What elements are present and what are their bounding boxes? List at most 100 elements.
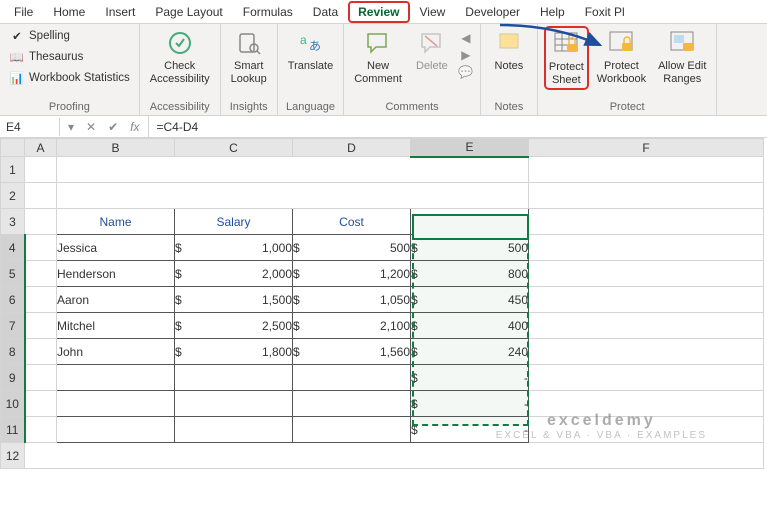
cell-savings[interactable]: $240 bbox=[411, 339, 529, 365]
cell-salary[interactable]: $2,500 bbox=[175, 313, 293, 339]
row-header[interactable]: 3 bbox=[1, 209, 25, 235]
row-header[interactable]: 5 bbox=[1, 261, 25, 287]
cell-savings[interactable]: $800 bbox=[411, 261, 529, 287]
notes-button[interactable]: Notes bbox=[487, 26, 531, 75]
row-header[interactable]: 10 bbox=[1, 391, 25, 417]
tab-foxit[interactable]: Foxit Pl bbox=[575, 2, 635, 22]
tab-file[interactable]: File bbox=[4, 2, 43, 22]
row-header[interactable]: 11 bbox=[1, 417, 25, 443]
tab-insert[interactable]: Insert bbox=[95, 2, 145, 22]
protect-workbook-icon bbox=[606, 28, 636, 58]
group-label: Notes bbox=[487, 100, 531, 115]
delete-comment-button[interactable]: Delete bbox=[410, 26, 454, 75]
col-header[interactable]: E bbox=[411, 139, 529, 157]
check-accessibility-button[interactable]: Check Accessibility bbox=[146, 26, 214, 88]
workbook-stats-button[interactable]: 📊Workbook Statistics bbox=[6, 68, 133, 88]
row-header[interactable]: 9 bbox=[1, 365, 25, 391]
cell-salary[interactable] bbox=[175, 391, 293, 417]
tab-help[interactable]: Help bbox=[530, 2, 575, 22]
worksheet[interactable]: A B C D E F 1 Protect Formula Allowing D… bbox=[0, 138, 767, 469]
group-notes: Notes Notes bbox=[481, 24, 538, 115]
protect-workbook-button[interactable]: Protect Workbook bbox=[593, 26, 650, 88]
translate-button[interactable]: aあ Translate bbox=[284, 26, 337, 75]
cell-cost[interactable]: $1,050 bbox=[293, 287, 411, 313]
title-band: Protect Formula Allowing Data Entry by P… bbox=[57, 157, 529, 183]
protect-sheet-icon bbox=[551, 29, 581, 59]
tab-view[interactable]: View bbox=[410, 2, 456, 22]
cell-savings[interactable]: $450 bbox=[411, 287, 529, 313]
cell-cost[interactable]: $1,560 bbox=[293, 339, 411, 365]
cell-cost[interactable]: $2,100 bbox=[293, 313, 411, 339]
cell-salary[interactable]: $2,000 bbox=[175, 261, 293, 287]
enter-icon[interactable]: ✔ bbox=[108, 120, 118, 134]
cell-savings[interactable]: $500 bbox=[411, 235, 529, 261]
cancel-icon[interactable]: ✕ bbox=[80, 120, 102, 134]
cell-cost[interactable] bbox=[293, 391, 411, 417]
protect-sheet-button[interactable]: Protect Sheet bbox=[544, 26, 589, 90]
cell-name[interactable] bbox=[57, 365, 175, 391]
tab-data[interactable]: Data bbox=[303, 2, 348, 22]
col-header[interactable]: A bbox=[25, 139, 57, 157]
cell-cost[interactable] bbox=[293, 365, 411, 391]
tab-home[interactable]: Home bbox=[43, 2, 95, 22]
tab-developer[interactable]: Developer bbox=[455, 2, 530, 22]
tab-review[interactable]: Review bbox=[348, 1, 409, 23]
cell-salary[interactable] bbox=[175, 417, 293, 443]
group-proofing: ✔Spelling 📖Thesaurus 📊Workbook Statistic… bbox=[0, 24, 140, 115]
cell-cost[interactable] bbox=[293, 417, 411, 443]
cell-name[interactable]: Aaron bbox=[57, 287, 175, 313]
cell-name[interactable]: Mitchel bbox=[57, 313, 175, 339]
row-header[interactable]: 7 bbox=[1, 313, 25, 339]
cell-salary[interactable] bbox=[175, 365, 293, 391]
cell-salary[interactable]: $1,800 bbox=[175, 339, 293, 365]
group-label: Protect bbox=[544, 100, 710, 115]
fx-icon[interactable]: fx bbox=[124, 120, 139, 134]
dropdown-icon[interactable]: ▾ bbox=[68, 120, 74, 134]
cell-salary[interactable]: $1,500 bbox=[175, 287, 293, 313]
comment-icon bbox=[363, 28, 393, 58]
cell-name[interactable] bbox=[57, 391, 175, 417]
prev-comment-icon[interactable]: ◀ bbox=[458, 30, 474, 46]
formula-input[interactable]: =C4-D4 bbox=[149, 118, 767, 136]
cell-savings[interactable]: $- bbox=[411, 417, 529, 443]
tab-formulas[interactable]: Formulas bbox=[233, 2, 303, 22]
group-label: Accessibility bbox=[146, 100, 214, 115]
header-cost: Cost bbox=[293, 209, 411, 235]
header-name: Name bbox=[57, 209, 175, 235]
spelling-button[interactable]: ✔Spelling bbox=[6, 26, 133, 46]
cell-savings[interactable]: $400 bbox=[411, 313, 529, 339]
col-header[interactable]: F bbox=[529, 139, 764, 157]
col-header[interactable]: D bbox=[293, 139, 411, 157]
row-header[interactable]: 2 bbox=[1, 183, 25, 209]
col-header[interactable]: B bbox=[57, 139, 175, 157]
col-header[interactable]: C bbox=[175, 139, 293, 157]
row-header[interactable]: 6 bbox=[1, 287, 25, 313]
cell-salary[interactable]: $1,000 bbox=[175, 235, 293, 261]
select-all-corner[interactable] bbox=[1, 139, 25, 157]
formula-bar: E4 ▾ ✕ ✔ fx =C4-D4 bbox=[0, 116, 767, 138]
row-header[interactable]: 12 bbox=[1, 443, 25, 469]
row-header[interactable]: 4 bbox=[1, 235, 25, 261]
group-protect: Protect Sheet Protect Workbook Allow Edi… bbox=[538, 24, 717, 115]
next-comment-icon[interactable]: ▶ bbox=[458, 47, 474, 63]
new-comment-button[interactable]: New Comment bbox=[350, 26, 406, 88]
cell-name[interactable]: John bbox=[57, 339, 175, 365]
group-accessibility: Check Accessibility Accessibility bbox=[140, 24, 221, 115]
cell-cost[interactable]: $1,200 bbox=[293, 261, 411, 287]
cell-savings[interactable]: $- bbox=[411, 391, 529, 417]
smart-lookup-button[interactable]: Smart Lookup bbox=[227, 26, 271, 88]
show-comments-icon[interactable]: 💬 bbox=[458, 64, 474, 80]
allow-edit-ranges-button[interactable]: Allow Edit Ranges bbox=[654, 26, 710, 88]
row-header[interactable]: 8 bbox=[1, 339, 25, 365]
tab-page-layout[interactable]: Page Layout bbox=[145, 2, 232, 22]
svg-text:あ: あ bbox=[309, 39, 321, 53]
thesaurus-button[interactable]: 📖Thesaurus bbox=[6, 47, 133, 67]
cell-name[interactable]: Jessica bbox=[57, 235, 175, 261]
cell-name[interactable] bbox=[57, 417, 175, 443]
cell-cost[interactable]: $500 bbox=[293, 235, 411, 261]
cell-savings[interactable]: $- bbox=[411, 365, 529, 391]
cell-name[interactable]: Henderson bbox=[57, 261, 175, 287]
name-box[interactable]: E4 bbox=[0, 118, 60, 136]
row-header[interactable]: 1 bbox=[1, 157, 25, 183]
group-label: Insights bbox=[227, 100, 271, 115]
